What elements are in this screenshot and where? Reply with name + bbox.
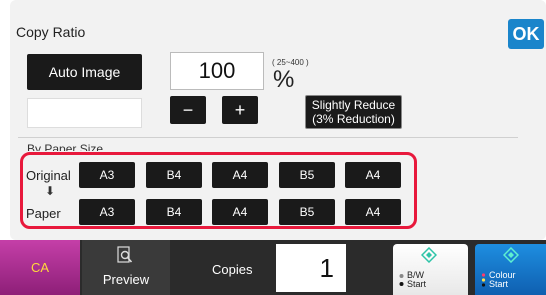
bw-start-sublabel: Start [407,279,427,289]
original-size-button[interactable]: A3 [79,162,135,188]
percent-symbol: % [273,66,295,93]
section-divider [18,137,518,138]
bw-start-label: B/W Start [407,271,426,289]
diamond-start-icon [421,247,437,263]
slightly-reduce-sublabel: (3% Reduction) [312,112,395,126]
colour-start-label: Colour Start [489,271,516,289]
colour-start-sublabel: Start [489,279,509,289]
ratio-input[interactable]: 100 [170,52,264,90]
slightly-reduce-button[interactable]: Slightly Reduce (3% Reduction) [305,95,402,129]
colour-indicator-dots [481,273,486,287]
preview-label: Preview [102,272,150,287]
increase-button[interactable]: + [222,96,258,124]
colour-start-button[interactable]: Colour Start [475,244,546,295]
decrease-button[interactable]: − [170,96,206,124]
diamond-start-icon [503,247,519,263]
original-size-button[interactable]: A4 [212,162,268,188]
paper-size-button[interactable]: B4 [146,199,202,225]
bw-indicator-dots [399,274,404,286]
paper-size-button[interactable]: A3 [79,199,135,225]
copies-input[interactable]: 1 [276,244,346,292]
magnifier-document-icon [117,246,133,263]
auto-image-button[interactable]: Auto Image [27,54,142,90]
dialog-title: Copy Ratio [16,24,86,40]
original-size-button[interactable]: B5 [279,162,335,188]
arrow-down-icon: ⬇ [45,184,56,198]
paper-size-button[interactable]: A4 [345,199,401,225]
bw-start-button[interactable]: B/W Start [393,244,468,295]
section-label-by-paper-size: By Paper Size [27,142,104,151]
ok-button[interactable]: OK [508,19,544,49]
preview-button[interactable]: Preview [82,240,170,295]
copies-label: Copies [212,262,253,277]
slightly-reduce-label: Slightly Reduce [311,98,396,112]
clear-all-button[interactable]: CA [0,240,80,295]
original-size-button[interactable]: B4 [146,162,202,188]
original-size-button[interactable]: A4 [345,162,401,188]
paper-size-button[interactable]: A4 [212,199,268,225]
paper-size-button[interactable]: B5 [279,199,335,225]
original-label: Original [26,168,71,183]
auto-image-sub-field [27,98,142,128]
paper-label: Paper [26,206,61,221]
